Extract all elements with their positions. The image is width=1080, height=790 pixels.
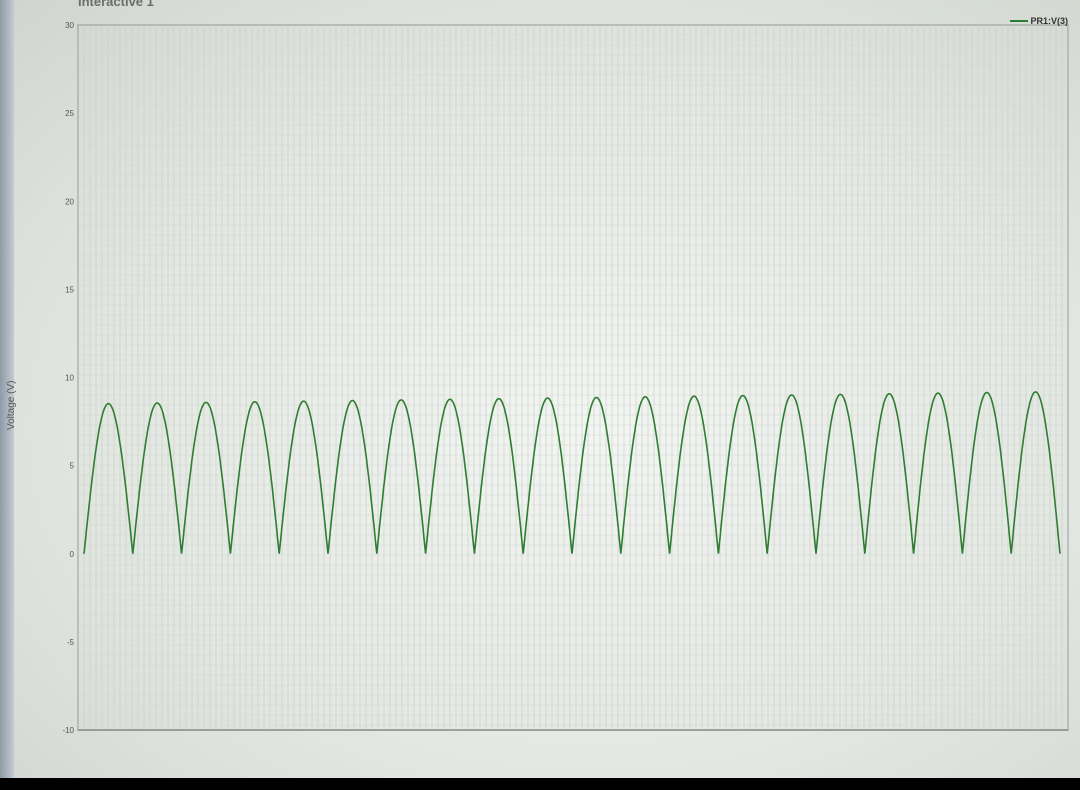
y-tick-label: 10	[65, 374, 74, 383]
oscilloscope-screen: 30 25 20 15 10 5 0 -5 -10 Interactive 1 Voltage …	[0, 0, 1080, 778]
chart-title: Interactive 1	[78, 0, 154, 9]
y-axis-label: Voltage (V)	[6, 380, 17, 430]
plot-area: 30 25 20 15 10 5 0 -5 -10	[62, 21, 1069, 735]
legend-label: PR1:V(3)	[1030, 16, 1068, 26]
series-line-pr1-v3	[83, 391, 1061, 554]
y-tick-label: 15	[65, 285, 74, 294]
y-tick-label: -5	[67, 638, 75, 647]
y-tick-label: 30	[65, 21, 74, 30]
y-tick-label: 0	[70, 550, 75, 559]
y-tick-label: 20	[65, 197, 74, 206]
y-tick-label: 5	[70, 462, 75, 471]
plot-frame	[77, 24, 1069, 731]
legend-swatch	[1010, 20, 1029, 22]
y-tick-label: 25	[65, 109, 74, 118]
legend[interactable]: PR1:V(3)	[1010, 16, 1068, 26]
bottom-bar	[0, 778, 1080, 790]
y-tick-label: -10	[62, 726, 74, 735]
